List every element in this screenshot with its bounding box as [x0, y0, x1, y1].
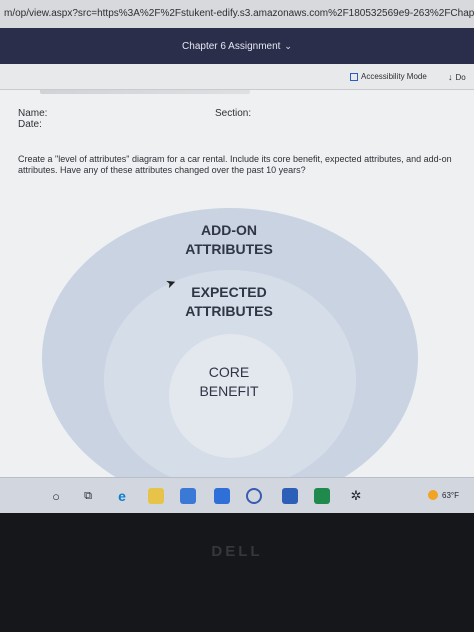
sun-icon: [428, 490, 438, 500]
store-icon[interactable]: [180, 488, 196, 504]
word-icon[interactable]: [282, 488, 298, 504]
viewer-toolbar: Accessibility Mode ↓ Do: [0, 64, 474, 90]
accessibility-label: Accessibility Mode: [361, 72, 427, 81]
download-label: Do: [455, 72, 466, 82]
download-button[interactable]: ↓ Do: [448, 72, 466, 82]
document-page: Name: Date: Section: Create a "level of …: [0, 90, 474, 477]
monitor-bezel: DELL: [0, 513, 474, 632]
file-explorer-icon[interactable]: [148, 488, 164, 504]
windows-taskbar: ○ ⧉ e ✲ 63°F: [0, 477, 474, 513]
document-title[interactable]: Chapter 6 Assignment: [182, 41, 280, 52]
accessibility-mode-button[interactable]: Accessibility Mode: [350, 72, 427, 81]
add-on-line1: ADD-ON: [201, 222, 257, 238]
dell-icon[interactable]: [246, 488, 262, 504]
core-line2: BENEFIT: [199, 383, 259, 399]
edge-icon[interactable]: e: [114, 488, 130, 504]
add-on-attributes-label: ADD-ON ATTRIBUTES: [129, 221, 329, 259]
expected-line2: ATTRIBUTES: [185, 303, 273, 319]
expected-line1: EXPECTED: [191, 284, 267, 300]
brand-logo: DELL: [211, 543, 263, 560]
mail-icon[interactable]: [214, 488, 230, 504]
url-text: m/op/view.aspx?src=https%3A%2F%2Fstukent…: [4, 8, 474, 19]
settings-icon[interactable]: ✲: [348, 488, 364, 504]
task-view-icon[interactable]: ⧉: [80, 488, 96, 504]
document-title-bar: Chapter 6 Assignment ⌄: [0, 28, 474, 64]
download-icon: ↓: [448, 72, 453, 82]
core-line1: CORE: [208, 364, 250, 380]
add-on-line2: ATTRIBUTES: [185, 241, 273, 257]
expected-attributes-label: EXPECTED ATTRIBUTES: [129, 283, 329, 321]
excel-icon[interactable]: [314, 488, 330, 504]
address-bar[interactable]: m/op/view.aspx?src=https%3A%2F%2Fstukent…: [0, 0, 474, 28]
accessibility-icon: [350, 72, 358, 81]
search-icon[interactable]: ○: [48, 488, 64, 504]
chevron-down-icon[interactable]: ⌄: [284, 28, 292, 64]
weather-widget[interactable]: 63°F: [428, 490, 459, 500]
core-benefit-label: CORE BENEFIT: [129, 363, 329, 401]
temperature: 63°F: [442, 490, 459, 500]
